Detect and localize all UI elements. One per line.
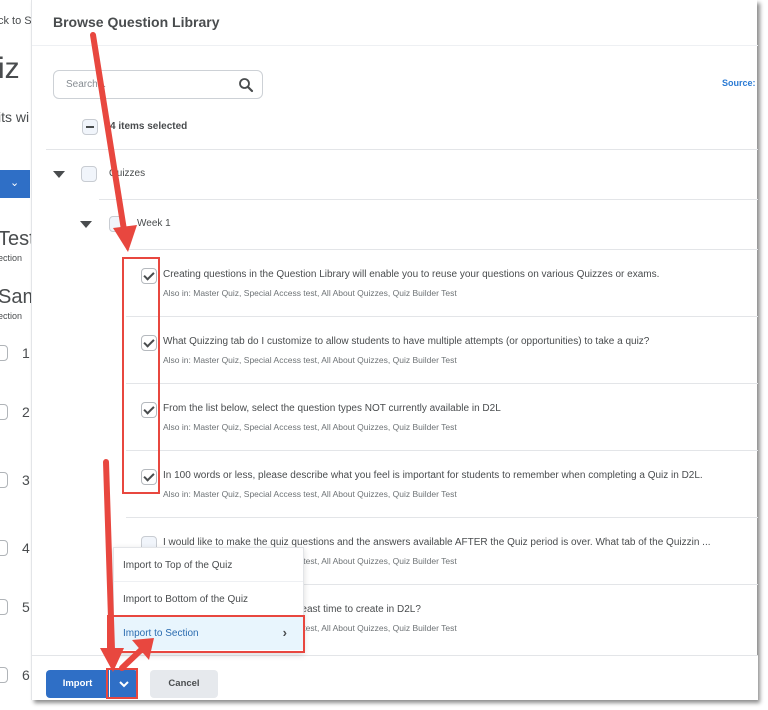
cancel-button[interactable]: Cancel: [150, 670, 218, 698]
background-checkbox[interactable]: [0, 472, 8, 488]
question-number: 4: [22, 540, 30, 556]
background-checkbox[interactable]: [0, 599, 8, 615]
divider: [99, 199, 758, 200]
divider: [46, 149, 758, 150]
question-row[interactable]: Creating questions in the Question Libra…: [126, 250, 758, 317]
background-checkbox[interactable]: [0, 667, 8, 683]
question-number: 5: [22, 599, 30, 615]
question-text: From the list below, select the question…: [163, 403, 501, 414]
quiz-title: iz: [0, 52, 20, 85]
background-checkbox[interactable]: [0, 540, 8, 556]
question-also-in: Also in: Master Quiz, Special Access tes…: [163, 355, 457, 365]
question-also-in: Also in: Master Quiz, Special Access tes…: [163, 422, 457, 432]
search-icon[interactable]: [238, 77, 254, 93]
section-title: Test: [0, 228, 35, 250]
menu-item-import-bottom[interactable]: Import to Bottom of the Quiz: [114, 582, 303, 616]
search-input[interactable]: Search...: [53, 70, 263, 99]
menu-item-import-top[interactable]: Import to Top of the Quiz: [114, 548, 303, 582]
folder-week-1[interactable]: Week 1: [137, 218, 171, 229]
question-number: 3: [22, 472, 30, 488]
question-text: Creating questions in the Question Libra…: [163, 269, 660, 280]
annotation-highlight-section-item: [107, 615, 305, 653]
dialog-header: Browse Question Library: [32, 0, 758, 46]
question-row[interactable]: What Quizzing tab do I customize to allo…: [126, 317, 758, 384]
folder-checkbox[interactable]: [81, 166, 97, 182]
annotation-highlight-checkboxes: [122, 257, 160, 494]
question-also-in: Also in: Master Quiz, Special Access tes…: [163, 288, 457, 298]
section-subtitle: ection: [0, 253, 23, 263]
back-link[interactable]: ck to S: [0, 15, 32, 27]
question-number: 2: [22, 404, 30, 420]
folder-quizzes[interactable]: Quizzes: [109, 168, 145, 179]
search-placeholder: Search...: [66, 79, 107, 90]
background-checkbox[interactable]: [0, 404, 8, 420]
annotation-highlight-dropdown: [106, 668, 138, 699]
question-row[interactable]: From the list below, select the question…: [126, 384, 758, 451]
dialog-title: Browse Question Library: [53, 14, 220, 30]
background-action-button[interactable]: ⌄: [0, 170, 30, 198]
question-text: What Quizzing tab do I customize to allo…: [163, 336, 650, 347]
collapse-triangle-icon[interactable]: [80, 221, 92, 228]
source-link[interactable]: Source:: [722, 78, 756, 88]
dialog-footer: Import Cancel: [32, 655, 758, 700]
question-number: 1: [22, 345, 30, 361]
import-button[interactable]: Import: [46, 670, 109, 698]
collapse-triangle-icon[interactable]: [53, 171, 65, 178]
select-all-checkbox[interactable]: [82, 119, 98, 135]
section-subtitle: ection: [0, 311, 23, 321]
background-checkbox[interactable]: [0, 345, 8, 361]
subfolder-checkbox[interactable]: [109, 216, 125, 232]
question-number: 6: [22, 667, 30, 683]
question-also-in: Also in: Master Quiz, Special Access tes…: [163, 489, 457, 499]
selection-status: 4 items selected: [110, 121, 188, 132]
question-row[interactable]: In 100 words or less, please describe wh…: [126, 451, 758, 518]
quiz-description: its wi: [0, 109, 30, 125]
question-text: In 100 words or less, please describe wh…: [163, 470, 703, 481]
